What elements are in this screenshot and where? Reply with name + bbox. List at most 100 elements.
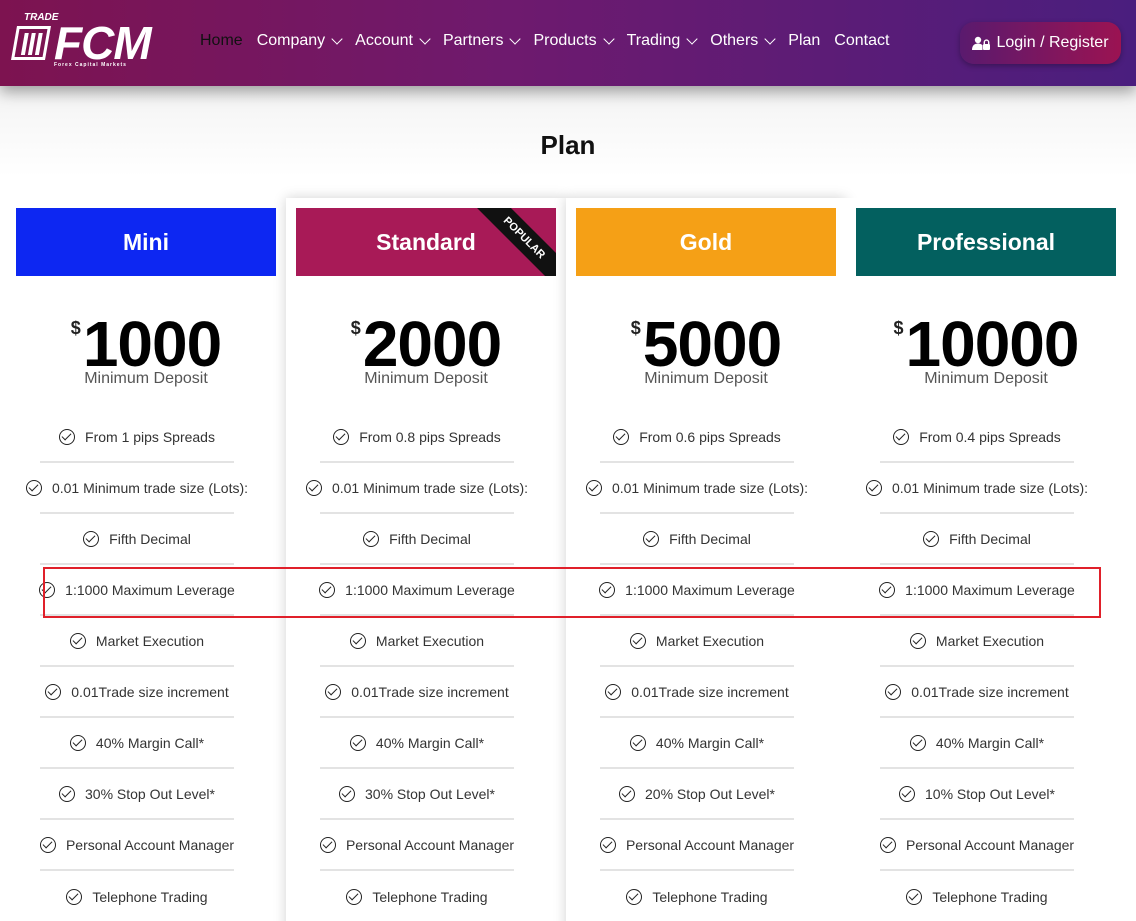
feature-text: Personal Account Manager <box>905 836 1075 853</box>
feature-item: 40% Margin Call* <box>40 718 234 769</box>
currency-symbol: $ <box>630 318 641 338</box>
plan-name: Gold <box>679 228 733 255</box>
nav-item-label: Home <box>200 32 243 49</box>
check-circle-icon <box>643 530 660 547</box>
feature-text: Fifth Decimal <box>109 530 191 547</box>
feature-text: 0.01 Minimum trade size (Lots): <box>51 479 249 496</box>
nav-item-plan[interactable]: Plan <box>788 32 820 50</box>
plan-price: $2000 <box>286 312 566 376</box>
check-circle-icon <box>613 428 630 445</box>
feature-text: 0.01Trade size increment <box>631 683 789 700</box>
nav-item-trading[interactable]: Trading <box>627 32 698 50</box>
check-circle-icon <box>865 479 882 496</box>
check-circle-icon <box>349 632 366 649</box>
feature-item: 40% Margin Call* <box>320 718 514 769</box>
feature-item: Fifth Decimal <box>40 514 234 565</box>
nav-item-account[interactable]: Account <box>355 32 431 50</box>
feature-item: Personal Account Manager <box>599 820 794 871</box>
feature-text: 40% Margin Call* <box>655 734 765 751</box>
currency-symbol: $ <box>70 318 81 338</box>
feature-item: 1:1000 Maximum Leverage <box>39 565 235 616</box>
login-register-button[interactable]: Login / Register <box>960 22 1121 64</box>
feature-text: Market Execution <box>375 632 485 649</box>
feature-item: Telephone Trading <box>880 871 1074 921</box>
login-register-label: Login / Register <box>996 34 1109 51</box>
feature-item: 1:1000 Maximum Leverage <box>879 565 1075 616</box>
plan-name: Professional <box>916 228 1056 255</box>
feature-text: 1:1000 Maximum Leverage <box>905 581 1075 598</box>
check-circle-icon <box>339 785 355 802</box>
feature-text: 0.01 Minimum trade size (Lots): <box>611 479 809 496</box>
feature-item: 0.01Trade size increment <box>600 667 794 718</box>
plan-card-standard: Standard POPULAR $2000 Minimum Deposit From … <box>286 198 566 921</box>
check-circle-icon <box>909 632 926 649</box>
feature-item: 40% Margin Call* <box>880 718 1074 769</box>
check-circle-icon <box>305 479 322 496</box>
nav-item-others[interactable]: Others <box>710 32 776 50</box>
feature-item: Telephone Trading <box>40 871 234 921</box>
nav-item-contact[interactable]: Contact <box>834 32 889 50</box>
feature-list: From 0.4 pips Spreads 0.01 Minimum trade … <box>865 412 1088 921</box>
feature-item: 0.01Trade size increment <box>880 667 1074 718</box>
check-circle-icon <box>899 785 915 802</box>
feature-item: 1:1000 Maximum Leverage <box>319 565 515 616</box>
fcm-logo[interactable]: TRADE FCM Forex Capital Markets <box>11 12 154 72</box>
feature-item: 0.01Trade size increment <box>40 667 234 718</box>
check-circle-icon <box>605 683 622 700</box>
feature-item: From 0.4 pips Spreads <box>880 412 1074 463</box>
check-circle-icon <box>893 428 910 445</box>
feature-text: 10% Stop Out Level* <box>925 785 1055 802</box>
plan-card-gold: Gold $5000 Minimum Deposit From 0.6 pips Sp… <box>566 198 846 921</box>
feature-text: Telephone Trading <box>932 888 1048 905</box>
check-circle-icon <box>66 888 83 905</box>
nav-item-label: Others <box>710 32 759 49</box>
feature-item: Fifth Decimal <box>880 514 1074 565</box>
feature-item: Fifth Decimal <box>600 514 794 565</box>
check-circle-icon <box>599 581 616 598</box>
site-header: TRADE FCM Forex Capital Markets Home Comp… <box>0 0 1136 86</box>
logo-mark-icon <box>11 26 51 60</box>
feature-text: Fifth Decimal <box>949 530 1031 547</box>
nav-item-partners[interactable]: Partners <box>443 32 522 50</box>
nav-item-label: Company <box>256 32 326 49</box>
feature-text: 1:1000 Maximum Leverage <box>65 581 235 598</box>
nav-item-products[interactable]: Products <box>533 32 615 50</box>
nav-item-home[interactable]: Home <box>200 32 243 50</box>
check-circle-icon <box>885 683 902 700</box>
plan-header: Professional <box>856 208 1116 276</box>
nav-item-company[interactable]: Company <box>256 32 343 50</box>
plan-header: Gold <box>576 208 836 276</box>
feature-text: Market Execution <box>935 632 1045 649</box>
check-circle-icon <box>59 785 75 802</box>
check-circle-icon <box>333 428 350 445</box>
feature-text: From 0.8 pips Spreads <box>359 428 501 445</box>
user-lock-icon <box>972 36 991 50</box>
currency-symbol: $ <box>350 318 361 338</box>
feature-text: Personal Account Manager <box>65 836 235 853</box>
check-circle-icon <box>69 734 86 751</box>
check-circle-icon <box>319 581 336 598</box>
feature-item: 0.01Trade size increment <box>320 667 514 718</box>
chevron-down-icon <box>602 33 615 45</box>
minimum-deposit-label: Minimum Deposit <box>644 370 768 387</box>
feature-text: 0.01Trade size increment <box>911 683 1069 700</box>
plan-price: $5000 <box>566 312 846 376</box>
check-circle-icon <box>619 785 635 802</box>
plan-section: Plan Mini $1000 Minimum Deposit From 1 pips… <box>0 86 1136 921</box>
feature-text: From 0.4 pips Spreads <box>919 428 1061 445</box>
nav-item-label: Plan <box>788 32 821 49</box>
feature-text: 1:1000 Maximum Leverage <box>345 581 515 598</box>
feature-item: 0.01 Minimum trade size (Lots): <box>865 463 1088 514</box>
feature-item: From 0.6 pips Spreads <box>600 412 794 463</box>
chevron-down-icon <box>331 33 343 45</box>
popular-ribbon: POPULAR <box>473 208 556 276</box>
feature-text: 40% Margin Call* <box>935 734 1045 751</box>
feature-list: From 1 pips Spreads 0.01 Minimum trade si… <box>25 412 248 921</box>
feature-item: Personal Account Manager <box>879 820 1075 871</box>
feature-text: Telephone Trading <box>92 888 208 905</box>
feature-text: 30% Stop Out Level* <box>85 785 215 802</box>
check-circle-icon <box>346 888 363 905</box>
feature-list: From 0.8 pips Spreads 0.01 Minimum trade … <box>305 412 528 921</box>
feature-item: Fifth Decimal <box>320 514 514 565</box>
feature-item: Telephone Trading <box>600 871 794 921</box>
